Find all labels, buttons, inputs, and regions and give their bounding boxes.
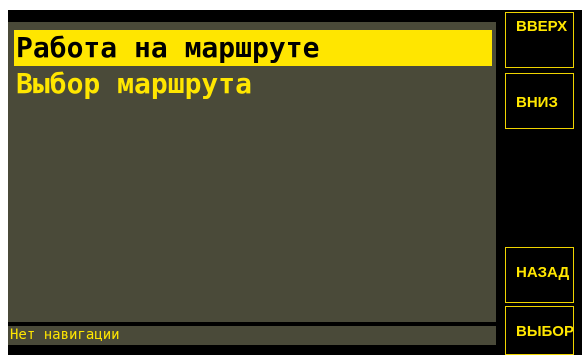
back-button[interactable]: НАЗАД: [505, 247, 574, 303]
select-button[interactable]: ВЫБОР: [505, 306, 574, 355]
status-bar-text: Нет навигации: [8, 326, 496, 345]
down-button[interactable]: ВНИЗ: [505, 73, 574, 129]
menu-item-route-selection[interactable]: Выбор маршрута: [14, 64, 492, 104]
menu-item-work-on-route[interactable]: Работа на маршруте: [14, 30, 492, 66]
up-button[interactable]: ВВЕРХ: [505, 12, 574, 68]
menu-screen: Работа на маршруте Выбор маршрута: [8, 22, 496, 322]
